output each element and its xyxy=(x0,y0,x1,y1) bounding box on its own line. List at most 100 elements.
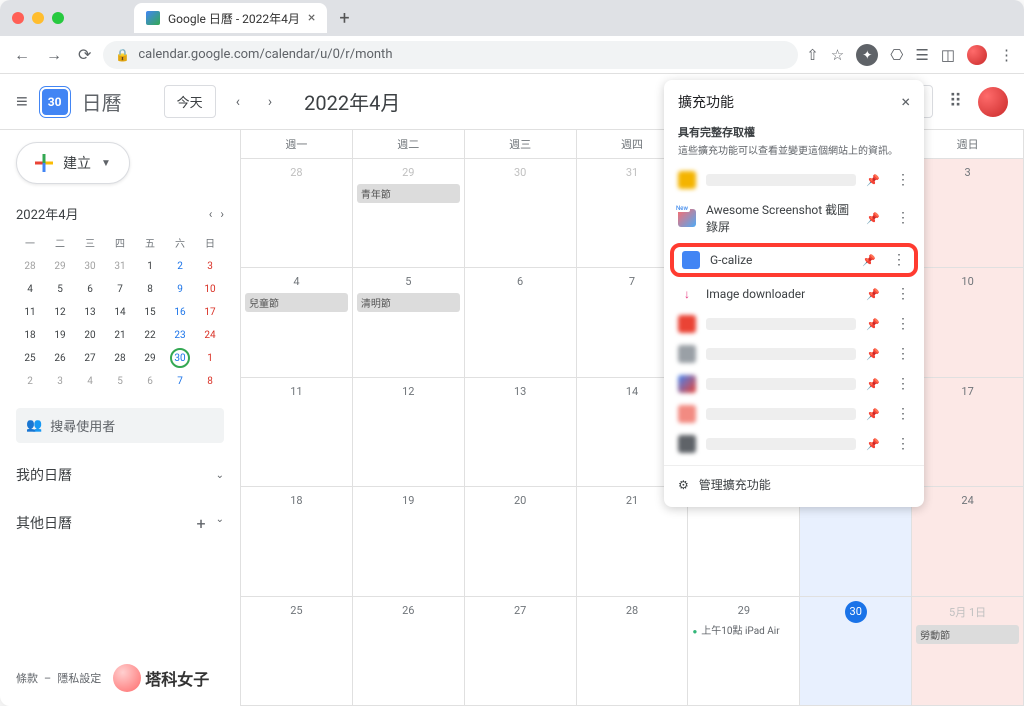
window-close-button[interactable] xyxy=(12,12,24,24)
mini-day-cell[interactable]: 6 xyxy=(136,371,164,392)
day-cell[interactable]: 30 xyxy=(800,597,912,705)
mini-day-cell[interactable]: 5 xyxy=(106,371,134,392)
privacy-link[interactable]: 隱私設定 xyxy=(57,670,101,686)
mini-day-cell[interactable]: 25 xyxy=(16,348,44,369)
mini-day-cell[interactable]: 23 xyxy=(166,325,194,346)
user-avatar[interactable] xyxy=(978,87,1008,117)
extensions-button[interactable]: ✦ xyxy=(856,44,878,66)
prev-month-button[interactable]: ‹ xyxy=(228,90,248,114)
day-cell[interactable]: 20 xyxy=(465,487,577,595)
mini-day-cell[interactable]: 4 xyxy=(16,279,44,300)
mini-day-cell[interactable]: 30 xyxy=(170,348,190,368)
day-cell[interactable]: 27 xyxy=(465,597,577,705)
search-users-input[interactable]: 👥 搜尋使用者 xyxy=(16,408,224,443)
bookmark-star-icon[interactable]: ☆ xyxy=(831,46,844,64)
day-cell[interactable]: 29青年節 xyxy=(353,159,465,267)
mini-next-button[interactable]: › xyxy=(220,207,224,221)
extension-item[interactable]: 📌⋮ xyxy=(664,339,924,369)
mini-day-cell[interactable]: 11 xyxy=(16,302,44,323)
my-calendars-section[interactable]: 我的日曆 ⌄ xyxy=(16,459,224,491)
reading-list-icon[interactable]: ☰ xyxy=(915,46,928,64)
mini-day-cell[interactable]: 13 xyxy=(76,302,104,323)
pin-icon[interactable]: 📌 xyxy=(862,254,876,267)
day-cell[interactable]: 12 xyxy=(353,378,465,486)
extension-item[interactable]: 📌⋮ xyxy=(664,369,924,399)
mini-prev-button[interactable]: ‹ xyxy=(209,207,213,221)
more-icon[interactable]: ⋮ xyxy=(896,376,910,392)
day-cell[interactable]: 26 xyxy=(353,597,465,705)
mini-day-cell[interactable]: 27 xyxy=(76,348,104,369)
more-icon[interactable]: ⋮ xyxy=(896,286,910,302)
browser-menu-icon[interactable]: ⋮ xyxy=(999,46,1014,64)
day-cell[interactable]: 24 xyxy=(912,487,1024,595)
pin-icon[interactable]: 📌 xyxy=(866,438,880,451)
cast-icon[interactable]: ⎔ xyxy=(890,46,903,64)
day-cell[interactable]: 18 xyxy=(241,487,353,595)
pin-icon[interactable]: 📌 xyxy=(866,378,880,391)
day-cell[interactable]: 30 xyxy=(465,159,577,267)
extension-item[interactable]: Awesome Screenshot 截圖錄屏📌⋮ xyxy=(664,195,924,241)
day-cell[interactable]: 19 xyxy=(353,487,465,595)
tab-close-button[interactable]: × xyxy=(308,10,315,26)
mini-day-cell[interactable]: 22 xyxy=(136,325,164,346)
back-button[interactable]: ← xyxy=(10,41,34,69)
window-minimize-button[interactable] xyxy=(32,12,44,24)
create-button[interactable]: 建立 ▼ xyxy=(16,142,130,184)
other-calendars-section[interactable]: 其他日曆 + ⌄ xyxy=(16,507,224,539)
day-cell[interactable]: 17 xyxy=(912,378,1024,486)
pin-icon[interactable]: 📌 xyxy=(866,288,880,301)
more-icon[interactable]: ⋮ xyxy=(896,346,910,362)
today-button[interactable]: 今天 xyxy=(164,85,216,118)
browser-tab[interactable]: Google 日曆 - 2022年4月 × xyxy=(134,3,327,33)
next-month-button[interactable]: › xyxy=(260,90,280,114)
pin-icon[interactable]: 📌 xyxy=(866,318,880,331)
mini-day-cell[interactable]: 2 xyxy=(166,256,194,277)
mini-day-cell[interactable]: 9 xyxy=(166,279,194,300)
event-chip[interactable]: 清明節 xyxy=(357,293,460,312)
mini-day-cell[interactable]: 18 xyxy=(16,325,44,346)
more-icon[interactable]: ⋮ xyxy=(896,406,910,422)
ext-close-button[interactable]: × xyxy=(901,92,910,112)
mini-day-cell[interactable]: 15 xyxy=(136,302,164,323)
more-icon[interactable]: ⋮ xyxy=(896,210,910,226)
mini-day-cell[interactable]: 3 xyxy=(196,256,224,277)
extension-item[interactable]: 📌⋮ xyxy=(664,429,924,459)
more-icon[interactable]: ⋮ xyxy=(896,436,910,452)
hamburger-menu-button[interactable]: ≡ xyxy=(16,89,28,114)
new-tab-button[interactable]: + xyxy=(339,8,349,29)
mini-day-cell[interactable]: 20 xyxy=(76,325,104,346)
share-icon[interactable]: ⇧ xyxy=(806,46,819,64)
mini-day-cell[interactable]: 30 xyxy=(76,256,104,277)
mini-day-cell[interactable]: 24 xyxy=(196,325,224,346)
mini-day-cell[interactable]: 3 xyxy=(46,371,74,392)
more-icon[interactable]: ⋮ xyxy=(896,316,910,332)
mini-day-cell[interactable]: 29 xyxy=(136,348,164,369)
mini-day-cell[interactable]: 12 xyxy=(46,302,74,323)
reload-button[interactable]: ⟳ xyxy=(74,41,95,68)
event-chip[interactable]: 兒童節 xyxy=(245,293,348,312)
pin-icon[interactable]: 📌 xyxy=(866,348,880,361)
day-cell[interactable]: 5月 1日勞動節 xyxy=(912,597,1024,705)
mini-day-cell[interactable]: 10 xyxy=(196,279,224,300)
panel-icon[interactable]: ◫ xyxy=(941,46,955,64)
day-cell[interactable]: 25 xyxy=(241,597,353,705)
day-cell[interactable]: 4兒童節 xyxy=(241,268,353,376)
add-calendar-button[interactable]: + xyxy=(197,514,206,533)
forward-button[interactable]: → xyxy=(42,41,66,69)
more-icon[interactable]: ⋮ xyxy=(892,252,906,268)
mini-day-cell[interactable]: 6 xyxy=(76,279,104,300)
window-zoom-button[interactable] xyxy=(52,12,64,24)
terms-link[interactable]: 條款 xyxy=(16,670,38,686)
day-cell[interactable]: 28 xyxy=(577,597,689,705)
mini-day-cell[interactable]: 5 xyxy=(46,279,74,300)
address-bar[interactable]: 🔒 calendar.google.com/calendar/u/0/r/mon… xyxy=(103,41,798,69)
day-cell[interactable]: 29上午10點 iPad Air xyxy=(688,597,800,705)
day-cell[interactable]: 5清明節 xyxy=(353,268,465,376)
more-icon[interactable]: ⋮ xyxy=(896,172,910,188)
mini-day-cell[interactable]: 29 xyxy=(46,256,74,277)
day-cell[interactable]: 10 xyxy=(912,268,1024,376)
mini-day-cell[interactable]: 8 xyxy=(136,279,164,300)
event-chip[interactable]: 勞動節 xyxy=(916,625,1019,644)
mini-day-cell[interactable]: 17 xyxy=(196,302,224,323)
day-cell[interactable]: 28 xyxy=(241,159,353,267)
